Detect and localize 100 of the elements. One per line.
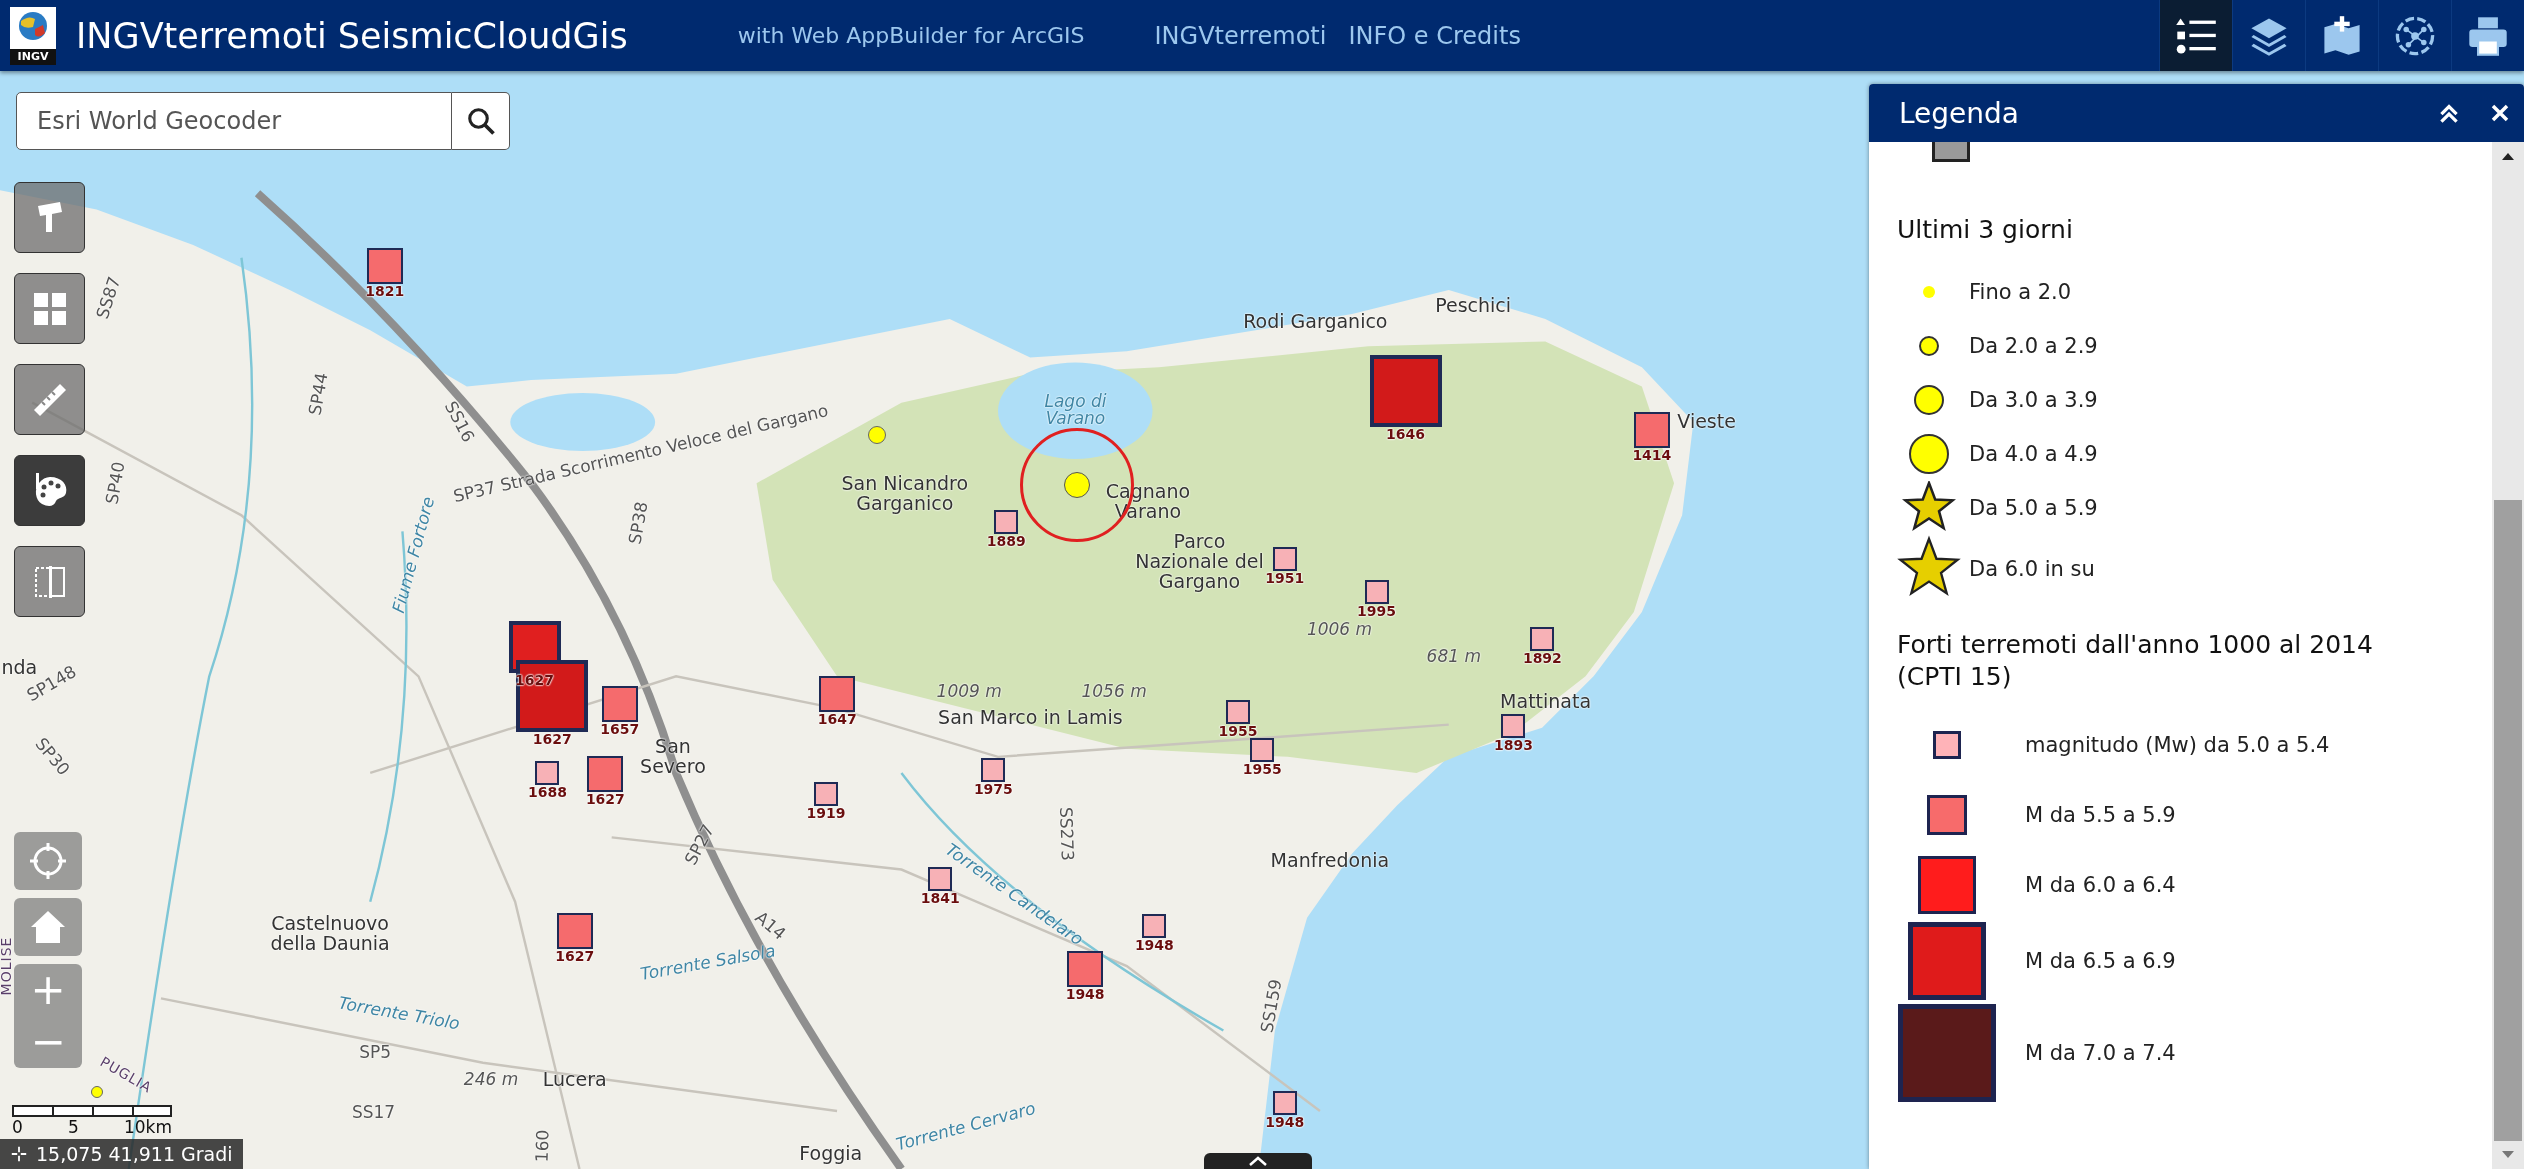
legend-label: M da 6.5 a 6.9 <box>2025 948 2176 973</box>
legend-label: Da 5.0 a 5.9 <box>1969 495 2098 520</box>
search-button[interactable] <box>452 92 510 150</box>
place-label: Parco Nazionale del Gargano <box>1134 531 1265 592</box>
caret-icon[interactable] <box>1248 1156 1268 1166</box>
legend-label: Fino a 2.0 <box>1969 279 2072 304</box>
year-label: 1955 <box>1242 762 1282 778</box>
home-button[interactable] <box>14 898 82 956</box>
place-label: San Marco in Lamis <box>938 708 1123 728</box>
legend-section-title: Forti terremoti dall'anno 1000 al 2014 (CPTI 15) <box>1897 628 2374 693</box>
locate-button[interactable] <box>14 832 82 890</box>
panel-title: Legenda <box>1899 96 2019 130</box>
earthquake-marker[interactable] <box>516 659 589 732</box>
legend-section-title: Ultimi 3 giorni <box>1897 214 2074 246</box>
place-label: Peschici <box>1435 295 1512 316</box>
road-label: 160 <box>533 1129 553 1163</box>
elevation-label: 1056 m <box>1081 683 1147 702</box>
road-label: SS87 <box>94 274 125 322</box>
earthquake-marker[interactable] <box>1142 913 1167 938</box>
header-link[interactable]: INFO e Credits <box>1348 21 1521 50</box>
place-label: Manfredonia <box>1270 851 1390 872</box>
road-label: SP27 <box>682 822 719 869</box>
earthquake-marker[interactable] <box>994 509 1019 534</box>
region-label: MOLISE <box>0 936 14 996</box>
year-label: 1646 <box>1386 427 1425 443</box>
scale-label: 5 <box>67 1117 79 1137</box>
logo-text: INGV <box>10 48 56 65</box>
year-label: 1889 <box>986 533 1026 549</box>
year-label: 1657 <box>600 721 640 737</box>
earthquake-marker[interactable] <box>587 756 624 793</box>
palette-tool-button[interactable] <box>14 455 85 526</box>
earthquake-marker[interactable] <box>819 675 856 712</box>
water-label: Torrente Cervaro <box>894 1099 1038 1155</box>
road-label: A14 <box>751 908 789 944</box>
place-label: Rodi Garganico <box>1242 312 1389 332</box>
road-label: SP44 <box>306 371 332 417</box>
coordinates-text: 15,075 41,911 Gradi <box>36 1143 233 1165</box>
earthquake-marker[interactable] <box>1369 355 1442 428</box>
place-label: Castelnuovo della Daunia <box>269 913 391 954</box>
crosshair-icon[interactable] <box>28 841 68 881</box>
year-label: 1647 <box>817 711 857 727</box>
legend-label: Da 2.0 a 2.9 <box>1969 333 2098 358</box>
year-label: 1995 <box>1357 604 1397 620</box>
year-label: 1414 <box>1632 447 1672 463</box>
earthquake-marker[interactable] <box>981 757 1006 782</box>
grid-tool-button[interactable] <box>14 273 85 344</box>
water-label: Fiume Fortore <box>389 495 438 616</box>
ruler-tool-button[interactable] <box>14 364 85 435</box>
search-icon[interactable] <box>465 106 496 136</box>
scrollbar[interactable] <box>2492 142 2524 1169</box>
pointer-tool-button[interactable] <box>14 182 85 253</box>
place-label: Lucera <box>542 1070 607 1091</box>
legend-label: Da 6.0 in su <box>1969 556 2095 581</box>
road-label: SP38 <box>626 500 652 546</box>
legend-label: M da 7.0 a 7.4 <box>2025 1040 2176 1065</box>
year-label: 1919 <box>806 805 846 821</box>
search-field[interactable]: Esri World Geocoder <box>16 92 452 150</box>
year-label: 1975 <box>973 781 1013 797</box>
year-label: 1688 <box>527 784 567 800</box>
legend-tool-button[interactable] <box>2159 0 2232 71</box>
place-label: Mattinata <box>1500 692 1592 712</box>
swipe-tool-button[interactable] <box>14 546 85 617</box>
year-label: 1948 <box>1065 987 1105 1003</box>
earthquake-marker[interactable] <box>1067 951 1104 988</box>
year-label: 1892 <box>1522 651 1562 667</box>
legend-symbol <box>1932 142 1970 162</box>
road-label: SS159 <box>1258 978 1286 1035</box>
road-label: SP40 <box>103 460 129 506</box>
year-label: 1627 <box>555 948 595 964</box>
elevation-label: 1009 m <box>936 683 1002 702</box>
year-label: 1841 <box>920 891 960 907</box>
earthquake-marker[interactable] <box>1226 699 1251 724</box>
earthquake-marker[interactable] <box>1364 580 1389 605</box>
legend-label: M da 5.5 a 5.9 <box>2025 802 2176 827</box>
earthquake-marker[interactable] <box>1530 627 1555 652</box>
year-label: 1893 <box>1493 738 1533 754</box>
water-label: Torrente Salsola <box>639 942 778 984</box>
legend-label: Da 4.0 a 4.9 <box>1969 441 2098 466</box>
road-label: SS17 <box>351 1103 396 1122</box>
place-label: Foggia <box>799 1144 863 1165</box>
year-label: 1627 <box>585 792 625 808</box>
elevation-label: 1006 m <box>1306 620 1373 639</box>
app-subtitle: with Web AppBuilder for ArcGIS <box>737 23 1085 48</box>
road-label: SP5 <box>359 1044 392 1062</box>
panel-toggle-button[interactable] <box>1204 1153 1312 1169</box>
road-label: SS273 <box>1055 806 1076 862</box>
earthquake-marker[interactable] <box>1250 738 1275 763</box>
earthquake-marker[interactable] <box>1501 714 1526 739</box>
year-label: 1821 <box>365 283 405 299</box>
elevation-label: 246 m <box>463 1071 519 1090</box>
app-title: INGVterremoti SeismicCloudGis <box>76 15 628 56</box>
earthquake-marker[interactable] <box>535 760 560 785</box>
legend-label: Da 3.0 a 3.9 <box>1969 387 2098 412</box>
year-label: 1948 <box>1265 1114 1305 1130</box>
elevation-label: 681 m <box>1426 647 1482 666</box>
place-label: San Severo <box>639 736 707 777</box>
year-label: 1951 <box>1265 570 1305 586</box>
year-label: 1955 <box>1218 723 1258 739</box>
header-link[interactable]: INGVterremoti <box>1154 21 1327 50</box>
place-label: San Nicandro Garganico <box>840 474 970 515</box>
